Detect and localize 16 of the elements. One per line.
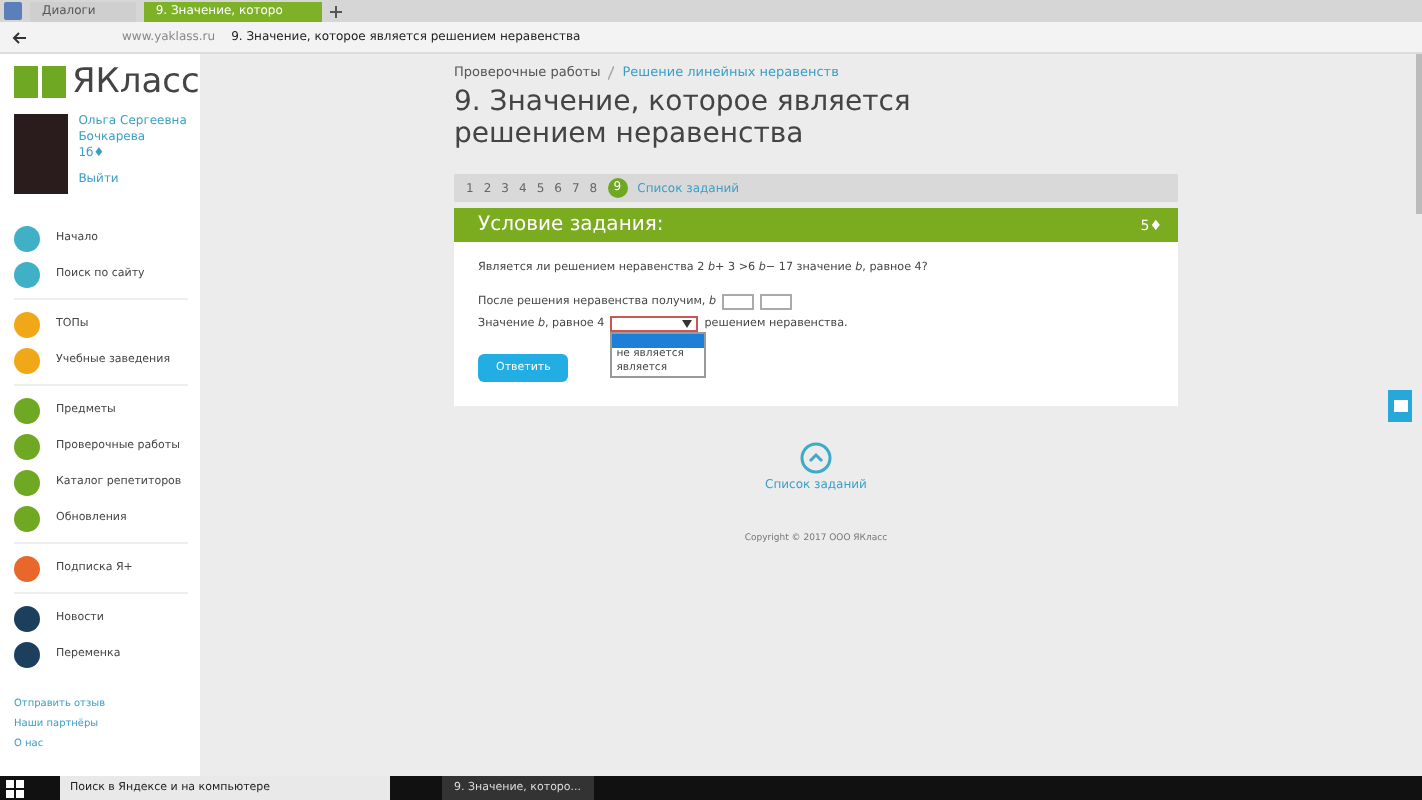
browser-menu-icon[interactable] [4, 2, 22, 20]
photo-placeholder [14, 114, 69, 194]
input-field[interactable] [722, 294, 755, 310]
feedback-button[interactable] [1388, 390, 1412, 422]
message-icon [1393, 400, 1407, 412]
input-field[interactable] [760, 294, 793, 310]
dropdown-field[interactable] [610, 316, 699, 332]
book-logo-icon [14, 64, 66, 100]
back-icon[interactable] [12, 31, 26, 43]
logo-text: ЯКласс [72, 62, 200, 102]
task-header-title: Условие задания: [478, 214, 664, 236]
page-heading: 9. Значение, которое является решением неравенства [454, 86, 913, 150]
windows-start-icon[interactable] [6, 779, 24, 797]
caret-icon [682, 320, 693, 328]
new-tab-icon[interactable] [330, 5, 343, 17]
breadcrumb-separator-icon [608, 65, 615, 79]
